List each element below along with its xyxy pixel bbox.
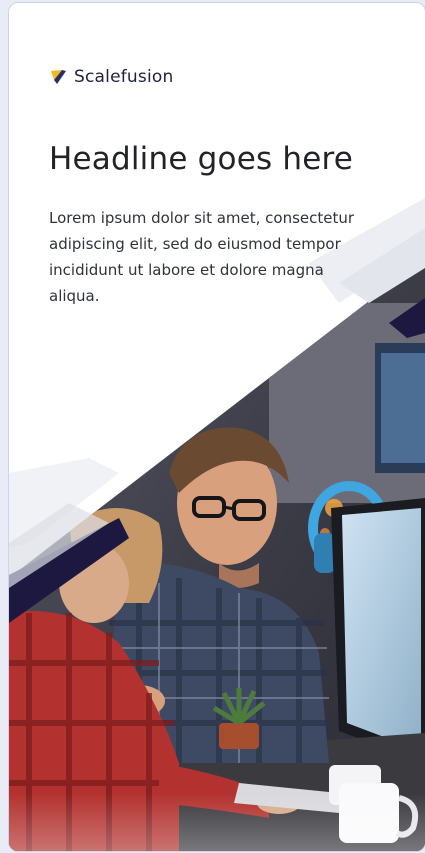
page-title: Headline goes here — [49, 141, 354, 177]
hero-photo — [9, 198, 425, 851]
banner-card: Scalefusion Headline goes here Lorem ips… — [8, 2, 425, 852]
scalefusion-logo-icon — [51, 70, 66, 84]
brand-name: Scalefusion — [74, 67, 174, 87]
brand-logo: Scalefusion — [49, 67, 173, 87]
description-text: Lorem ipsum dolor sit amet, consectetur … — [49, 209, 355, 305]
